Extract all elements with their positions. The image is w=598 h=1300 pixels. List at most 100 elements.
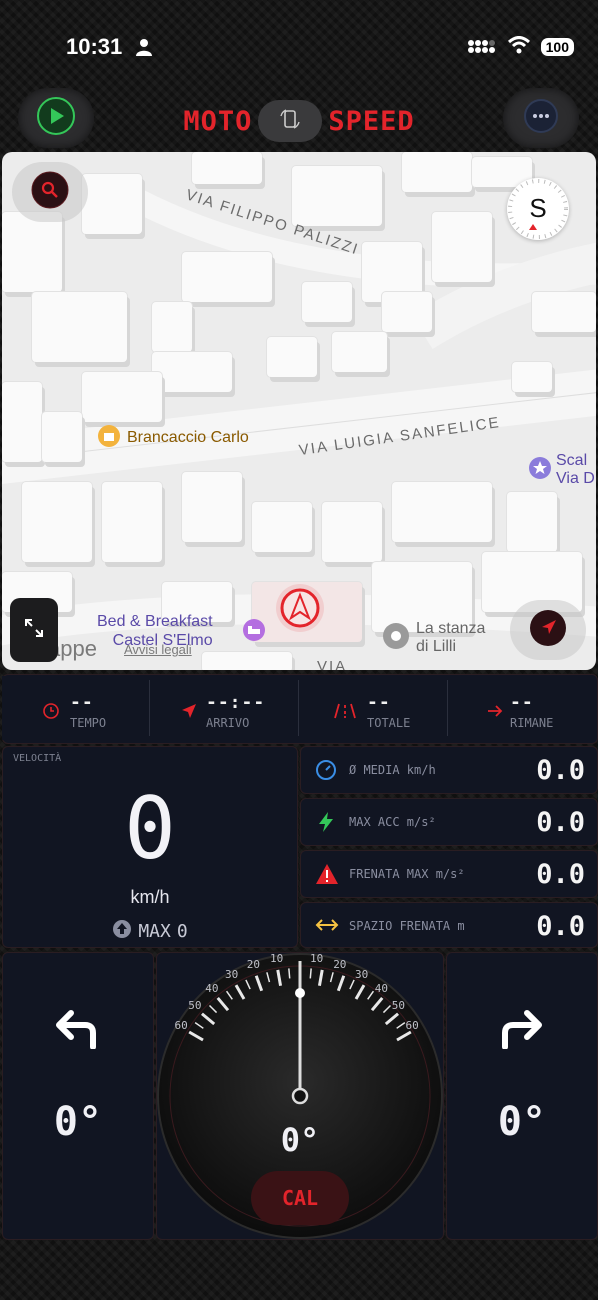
poi-stanza[interactable]: La stanza di Lilli	[382, 620, 485, 656]
lean-left-panel: 0°	[2, 952, 154, 1240]
road-icon	[333, 702, 357, 724]
more-options-button[interactable]	[503, 88, 579, 148]
stat-frenata-value: 0.0	[536, 859, 585, 890]
stat-max-acc: MAX ACC m/s² 0.0	[300, 798, 598, 846]
info-rimane: -- RIMANE	[448, 676, 595, 740]
stat-frenata: FRENATA MAX m/s² 0.0	[300, 850, 598, 898]
lean-left-value: 0°	[53, 1099, 103, 1145]
max-speed-label: MAX	[138, 920, 171, 942]
poi-stanza-line1: La stanza	[416, 620, 486, 637]
gauge-scale-label: 10	[270, 952, 284, 966]
max-speed-value: 0	[176, 920, 188, 942]
compass-heading: S	[529, 193, 547, 223]
info-totale: -- TOTALE	[299, 676, 447, 740]
gauge-scale-label: 50	[391, 999, 405, 1013]
fullscreen-button[interactable]	[10, 598, 58, 662]
calibrate-label: CAL	[281, 1186, 319, 1210]
person-icon	[136, 38, 152, 60]
lightning-icon	[315, 811, 337, 837]
star-icon	[528, 456, 552, 484]
rotate-screen-button[interactable]	[258, 100, 323, 142]
info-tempo-value: --	[70, 692, 94, 713]
gauge-scale-label: 20	[333, 958, 347, 972]
map-view[interactable]: VIA FILIPPO PALIZZI VIA LUIGIA SANFELICE…	[2, 152, 596, 670]
status-indicators: 100	[467, 36, 574, 58]
gauge-scale-label: 40	[374, 982, 388, 996]
stat-spazio-value: 0.0	[536, 911, 585, 942]
cellular-signal-icon	[467, 36, 497, 58]
app-title-moto: MOTO	[183, 105, 253, 137]
info-arrivo-label: ARRIVO	[206, 716, 250, 730]
poi-scal-line1: Scal	[556, 452, 588, 469]
poi-bnb-line1: Bed & Breakfast	[97, 613, 213, 630]
lean-right-value: 0°	[497, 1099, 547, 1145]
status-time: 10:31	[66, 34, 123, 59]
stat-max-acc-label: MAX ACC m/s²	[349, 815, 436, 829]
info-tempo-label: TEMPO	[70, 716, 107, 730]
street-label-bottom: VIA	[317, 658, 348, 670]
gauge-scale-label: 30	[225, 968, 239, 982]
poi-brancaccio-label: Brancaccio Carlo	[127, 429, 249, 446]
double-arrow-icon	[315, 915, 339, 939]
stat-media-label: Ø MEDIA km/h	[349, 763, 436, 777]
bed-icon	[242, 618, 266, 646]
gauge-scale-label: 60	[174, 1019, 188, 1032]
speedometer-icon	[315, 759, 337, 785]
more-icon	[523, 98, 559, 138]
stat-media: Ø MEDIA km/h 0.0	[300, 746, 598, 794]
navigation-arrow-icon	[528, 608, 568, 652]
legal-link[interactable]: Avvisi legali	[124, 642, 192, 657]
speed-panel: VELOCITÀ 0 km/h MAX 0	[2, 746, 298, 948]
shopping-bag-icon	[97, 424, 121, 452]
recenter-button[interactable]	[510, 600, 586, 660]
poi-scal-line2: Via D	[556, 470, 595, 487]
info-arrivo-value: --:--	[206, 692, 266, 713]
info-arrivo: --:-- ARRIVO	[150, 676, 298, 740]
wifi-icon	[507, 36, 531, 58]
lean-gauge-panel: 0° CAL 10 10 20 20 30 30 40 40 50 50 60 60	[156, 952, 444, 1240]
gauge-scale-label: 60	[405, 1019, 419, 1032]
rotate-icon	[279, 108, 301, 134]
poi-stanza-line2: di Lilli	[416, 638, 457, 655]
right-arrow-icon	[486, 702, 504, 724]
info-tempo: -- TEMPO	[2, 676, 149, 740]
stat-spazio: SPAZIO FRENATA m 0.0	[300, 902, 598, 948]
speed-unit: km/h	[130, 887, 170, 907]
stat-frenata-label: FRENATA MAX m/s²	[349, 867, 465, 881]
gauge-scale-label: 30	[355, 968, 369, 982]
stat-max-acc-value: 0.0	[536, 807, 585, 838]
lean-right-panel: 0°	[446, 952, 598, 1240]
poi-scal[interactable]: Scal Via D	[528, 452, 595, 488]
clock-icon	[42, 702, 60, 724]
gauge-scale-label: 40	[205, 982, 219, 996]
info-rimane-label: RIMANE	[510, 716, 554, 730]
search-icon	[30, 170, 70, 214]
gauge-scale-label: 20	[246, 958, 261, 972]
info-rimane-value: --	[510, 692, 534, 713]
map-search-button[interactable]	[12, 162, 88, 222]
compass-button[interactable]: S	[507, 178, 569, 240]
max-speed: MAX 0	[3, 919, 297, 943]
app-title-speed: SPEED	[328, 105, 415, 137]
arrival-arrow-icon	[180, 702, 198, 724]
up-arrow-icon	[112, 919, 132, 943]
speed-label: VELOCITÀ	[13, 753, 62, 764]
poi-brancaccio[interactable]: Brancaccio Carlo	[97, 424, 249, 452]
expand-icon	[23, 617, 45, 643]
lean-center-value: 0°	[280, 1121, 320, 1159]
gauge-tick	[309, 968, 312, 979]
user-location-arrow-icon	[274, 582, 326, 638]
gauge-scale-label: 10	[309, 952, 324, 966]
speed-value: 0	[124, 779, 176, 879]
stat-spazio-label: SPAZIO FRENATA m	[349, 919, 465, 933]
gauge-scale-label: 50	[188, 999, 202, 1013]
location-pin-icon	[382, 622, 410, 654]
gauge-tick	[288, 968, 291, 979]
turn-right-arrow-icon	[499, 1009, 543, 1053]
warning-icon	[315, 863, 339, 889]
stat-media-value: 0.0	[536, 755, 585, 786]
info-totale-value: --	[367, 692, 391, 713]
info-totale-label: TOTALE	[367, 716, 411, 730]
battery-indicator: 100	[540, 38, 574, 56]
calibrate-button[interactable]: CAL	[251, 1171, 349, 1225]
